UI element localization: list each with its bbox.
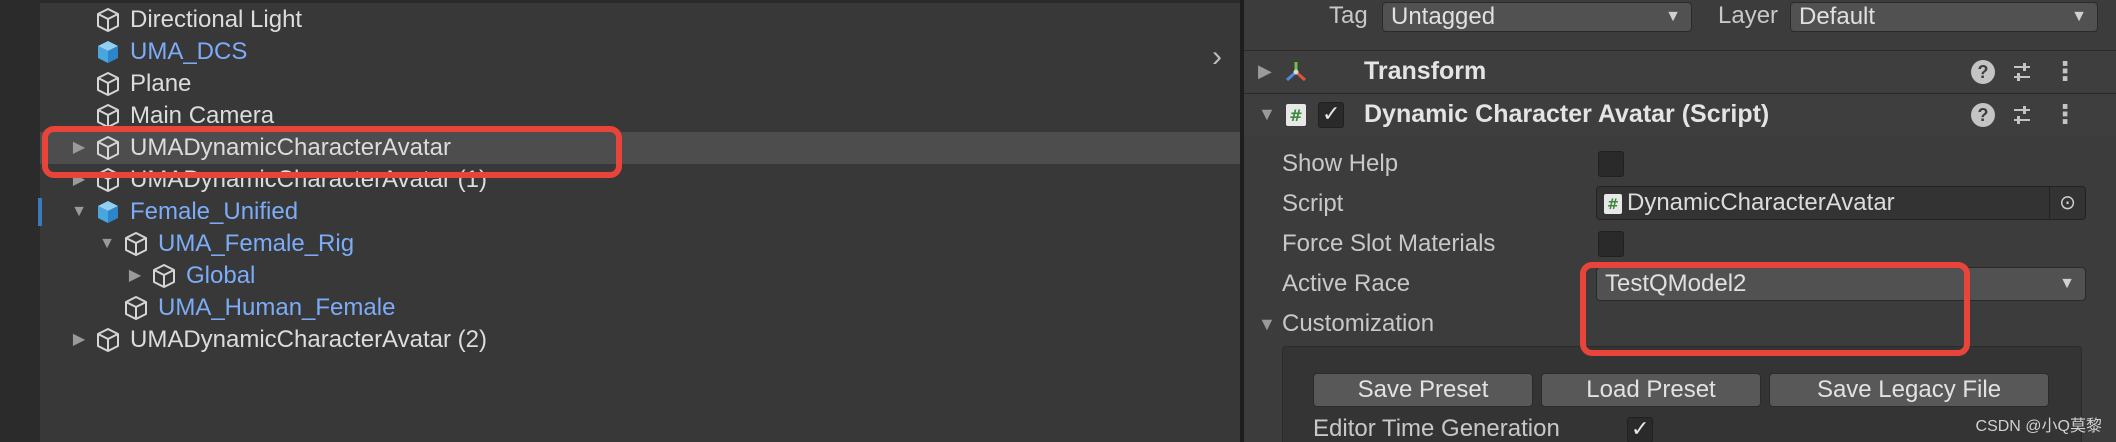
csharp-script-icon: #: [1286, 104, 1306, 126]
hierarchy-top-edge: [40, 0, 1240, 3]
gameobject-icon: [97, 328, 119, 352]
hierarchy-panel: Directional Light UMA_DCS Plane Main Cam…: [0, 0, 1240, 442]
more-options-icon[interactable]: ⋮: [2052, 58, 2078, 84]
show-help-checkbox[interactable]: [1598, 151, 1624, 177]
gameobject-icon: [97, 72, 119, 96]
hierarchy-item-label: Female_Unified: [130, 198, 299, 225]
csharp-script-icon: #: [1604, 194, 1622, 214]
inspector-panel: Tag Untagged ▼ Layer Default ▼ ▶ Transfo…: [1244, 0, 2116, 442]
tag-value: Untagged: [1391, 3, 1496, 30]
prefab-icon: [98, 201, 118, 223]
help-icon[interactable]: ?: [1971, 60, 1995, 84]
script-object-field[interactable]: # DynamicCharacterAvatar ⊙: [1596, 186, 2086, 220]
tag-label: Tag: [1329, 2, 1368, 29]
save-legacy-file-button[interactable]: Save Legacy File: [1769, 373, 2049, 407]
prefab-icon: [98, 41, 118, 63]
expand-arrow-icon[interactable]: ▶: [70, 331, 88, 349]
force-slot-materials-checkbox[interactable]: [1598, 231, 1624, 257]
script-component-title: Dynamic Character Avatar (Script): [1364, 100, 1770, 128]
layer-dropdown[interactable]: Default ▼: [1790, 2, 2098, 32]
transform-component-header[interactable]: ▶ Transform ? ⋮: [1244, 50, 2116, 92]
hierarchy-item-directional-light[interactable]: Directional Light: [40, 4, 1240, 36]
force-slot-materials-label: Force Slot Materials: [1282, 230, 1496, 257]
chevron-right-icon[interactable]: ›: [1212, 40, 1222, 74]
presets-sliders-icon[interactable]: [2010, 103, 2034, 127]
highlight-box-avatar: [42, 126, 622, 178]
script-label: Script: [1282, 190, 1344, 217]
gameobject-icon: [153, 264, 175, 288]
presets-sliders-icon[interactable]: [2010, 60, 2034, 84]
hierarchy-item-plane[interactable]: Plane: [40, 68, 1240, 100]
hierarchy-item-uma-female-rig[interactable]: ▼ UMA_Female_Rig: [40, 228, 1240, 260]
collapse-arrow-icon[interactable]: ▼: [70, 203, 88, 221]
fold-down-icon[interactable]: ▼: [1258, 314, 1276, 335]
tag-layer-row: Tag Untagged ▼ Layer Default ▼: [1244, 0, 2116, 36]
watermark: CSDN @小Q莫黎: [1975, 418, 2102, 435]
help-icon[interactable]: ?: [1971, 103, 1995, 127]
editor-time-generation-label: Editor Time Generation: [1313, 415, 1560, 442]
hierarchy-item-label: Directional Light: [130, 6, 303, 33]
transform-icon: [1286, 62, 1306, 82]
gameobject-icon: [125, 296, 147, 320]
svg-text:#: #: [1607, 197, 1619, 213]
gameobject-icon: [125, 232, 147, 256]
highlight-box-active-race: [1580, 262, 1970, 356]
preset-panel: Save Preset Load Preset Save Legacy File…: [1282, 346, 2082, 442]
hierarchy-item-global[interactable]: ▶ Global: [40, 260, 1240, 292]
hierarchy-item-label: UMADynamicCharacterAvatar (2): [130, 326, 487, 353]
expand-arrow-icon[interactable]: ▶: [126, 267, 144, 285]
customization-foldout[interactable]: Customization: [1282, 310, 1434, 338]
hierarchy-item-label: UMA_Human_Female: [158, 294, 396, 321]
more-options-icon[interactable]: ⋮: [2052, 101, 2078, 127]
svg-text:#: #: [1289, 106, 1302, 125]
layer-value: Default: [1799, 3, 1876, 30]
hierarchy-item-label: Global: [186, 262, 256, 289]
fold-right-icon[interactable]: ▶: [1258, 61, 1272, 82]
script-component-header[interactable]: ▼ # Dynamic Character Avatar (Script) ? …: [1244, 93, 2116, 135]
hierarchy-item-female-unified[interactable]: ▼ Female_Unified: [40, 196, 1240, 228]
hierarchy-item-label: UMA_DCS: [130, 38, 248, 65]
script-value: DynamicCharacterAvatar: [1627, 189, 1895, 216]
caret-down-icon: ▼: [2059, 275, 2075, 292]
load-preset-button[interactable]: Load Preset: [1541, 373, 1761, 407]
hierarchy-item-uma-human-female[interactable]: UMA_Human_Female: [40, 292, 1240, 324]
fold-down-icon[interactable]: ▼: [1258, 104, 1276, 125]
gameobject-icon: [97, 8, 119, 32]
save-preset-button[interactable]: Save Preset: [1313, 373, 1533, 407]
transform-title: Transform: [1364, 57, 1487, 85]
caret-down-icon: ▼: [1665, 8, 1681, 25]
hierarchy-item-uma-dcs[interactable]: UMA_DCS: [40, 36, 1240, 68]
layer-label: Layer: [1718, 2, 1779, 29]
collapse-arrow-icon[interactable]: ▼: [98, 235, 116, 253]
editor-time-generation-checkbox[interactable]: [1627, 416, 1653, 442]
hierarchy-item-label: UMA_Female_Rig: [158, 230, 355, 257]
component-enabled-checkbox[interactable]: [1318, 101, 1344, 128]
active-race-label: Active Race: [1282, 270, 1411, 297]
hierarchy-item-umadynamiccharacteravatar-2[interactable]: ▶ UMADynamicCharacterAvatar (2): [40, 324, 1240, 356]
hierarchy-gutter: [0, 0, 40, 442]
tag-dropdown[interactable]: Untagged ▼: [1382, 2, 1692, 32]
caret-down-icon: ▼: [2071, 8, 2087, 25]
hierarchy-item-label: Plane: [130, 70, 192, 97]
show-help-label: Show Help: [1282, 150, 1399, 177]
object-picker-icon[interactable]: ⊙: [2049, 187, 2085, 219]
